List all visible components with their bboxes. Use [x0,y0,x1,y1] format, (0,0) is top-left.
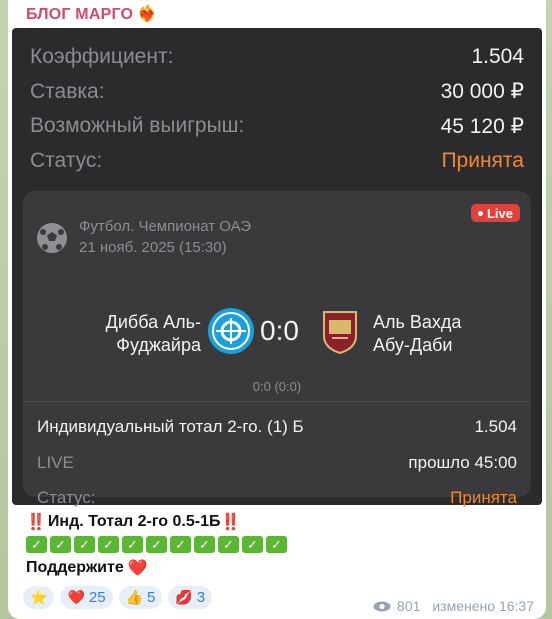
live-badge-label: Live [486,205,513,221]
reaction-emoji-icon: ❤️ [67,589,85,605]
reaction-count: 25 [88,589,106,606]
away-team-line2: Абу-Даби [373,335,453,355]
bet-market-row: Индивидуальный тотал 2-го. (1) Б 1.504 [37,417,517,437]
home-team-logo-icon [208,308,254,354]
home-team-name: Дибба Аль- Фуджайра [106,311,201,357]
check-mark-icon: ✓ [26,536,47,553]
heart-icon: ❤️ [127,559,148,577]
double-exclamation-icon: ‼️ [26,513,46,531]
post-caption: ‼️ Инд. Тотал 2-го 0.5-1Б ‼️ ✓ ✓ ✓ ✓ ✓ ✓ ✓ ✓ ✓ ✓ ✓… [26,510,287,579]
football-icon [37,223,67,253]
event-date: 21 нояб. 2025 (15:30) [79,239,227,256]
bet-summary: Коэффициент: 1.504 Ставка: 30 000 ₽ Возм… [12,28,542,178]
caption-title: Инд. Тотал 2-го 0.5-1Б [47,512,221,530]
check-mark-icon: ✓ [170,536,191,553]
bet-odds: 1.504 [474,417,517,436]
channel-header[interactable]: БЛОГ МАРГО ❤‍🔥 [8,0,546,28]
heart-fire-icon: ❤‍🔥 [137,6,158,23]
check-mark-icon: ✓ [266,536,287,553]
event-card: Футбол. Чемпионат ОАЭ 21 нояб. 2025 (15:… [23,191,531,507]
reaction-count: 3 [196,589,206,606]
bet-status-row: Статус: Принята [37,488,517,508]
payout-row: Возможный выигрыш: 45 120 ₽ [30,109,524,144]
support-text: Поддержите [26,558,124,576]
event-header: Футбол. Чемпионат ОАЭ 21 нояб. 2025 (15:… [23,191,531,256]
stake-row: Ставка: 30 000 ₽ [30,75,524,110]
coef-value: 1.504 [471,45,524,69]
bet-market: Индивидуальный тотал 2-го. (1) Б [37,417,304,436]
reaction-button[interactable]: ❤️ 25 [60,586,113,609]
live-badge: Live [470,204,520,222]
home-team-line2: Фуджайра [116,335,201,355]
check-marks: ✓ ✓ ✓ ✓ ✓ ✓ ✓ ✓ ✓ ✓ ✓ [26,536,287,553]
coef-label: Коэффициент: [30,45,174,69]
reaction-button[interactable]: 💋 3 [168,586,213,609]
away-team-logo-icon [320,308,360,355]
caption-line-3: Поддержите ❤️ [26,556,287,579]
check-mark-icon: ✓ [122,536,143,553]
match-score: 0:0 [260,315,299,346]
payout-value: 45 120 ₽ [440,114,524,138]
channel-post: БЛОГ МАРГО ❤‍🔥 Коэффициент: 1.504 Ставка:… [8,0,546,619]
card-divider [23,401,531,402]
league-name: Футбол. Чемпионат ОАЭ [79,218,252,235]
check-mark-icon: ✓ [218,536,239,553]
check-mark-icon: ✓ [242,536,263,553]
check-mark-icon: ✓ [194,536,215,553]
post-meta: 801 изменено 16:37 [373,598,534,614]
check-mark-icon: ✓ [146,536,167,553]
stake-value: 30 000 ₽ [440,80,524,104]
status-label: Статус: [30,148,103,172]
live-dot-icon [477,210,483,216]
payout-label: Возможный выигрыш: [30,114,245,138]
check-mark-icon: ✓ [50,536,71,553]
double-exclamation-icon: ‼️ [220,513,241,531]
bet-status-label: Статус: [37,488,96,507]
reaction-emoji-icon: ⭐ [30,589,48,605]
coef-row: Коэффициент: 1.504 [30,40,524,75]
caption-line-1: ‼️ Инд. Тотал 2-го 0.5-1Б ‼️ [26,510,287,533]
away-team-line1: Аль Вахда [373,312,462,332]
reaction-emoji-icon: 💋 [175,589,193,605]
reaction-count: 5 [147,589,156,606]
half-score: 0:0 (0:0) [252,379,302,394]
check-mark-icon: ✓ [74,536,95,553]
bet-screenshot[interactable]: Коэффициент: 1.504 Ставка: 30 000 ₽ Возм… [12,28,542,507]
eye-icon [373,601,391,611]
teams-row: Дибба Аль- Фуджайра 0:0 Аль Вахда Абу-Да… [23,289,531,359]
channel-name[interactable]: БЛОГ МАРГО ❤‍🔥 [26,4,157,24]
reaction-button[interactable]: ⭐ [23,586,55,609]
reaction-emoji-icon: 👍 [125,589,143,605]
status-value: Принята [441,148,524,172]
away-team-name: Аль Вахда Абу-Даби [373,311,461,357]
bet-live-label: LIVE [37,453,74,472]
bet-status-value: Принята [450,488,517,507]
view-count: 801 [397,598,421,614]
check-mark-icon: ✓ [98,536,119,553]
status-row: Статус: Принята [30,144,524,179]
reactions-bar: ⭐ ❤️ 25 👍 5 💋 3 [23,586,213,609]
bet-elapsed: прошло 45:00 [408,453,517,472]
bet-live-row: LIVE прошло 45:00 [37,453,517,473]
channel-name-text: БЛОГ МАРГО [26,6,134,23]
reaction-button[interactable]: 👍 5 [118,586,163,609]
stake-label: Ставка: [30,79,105,103]
caption-line-2: ✓ ✓ ✓ ✓ ✓ ✓ ✓ ✓ ✓ ✓ ✓ [26,533,287,556]
home-team-line1: Дибба Аль- [105,312,201,332]
edited-time: изменено 16:37 [432,598,534,614]
